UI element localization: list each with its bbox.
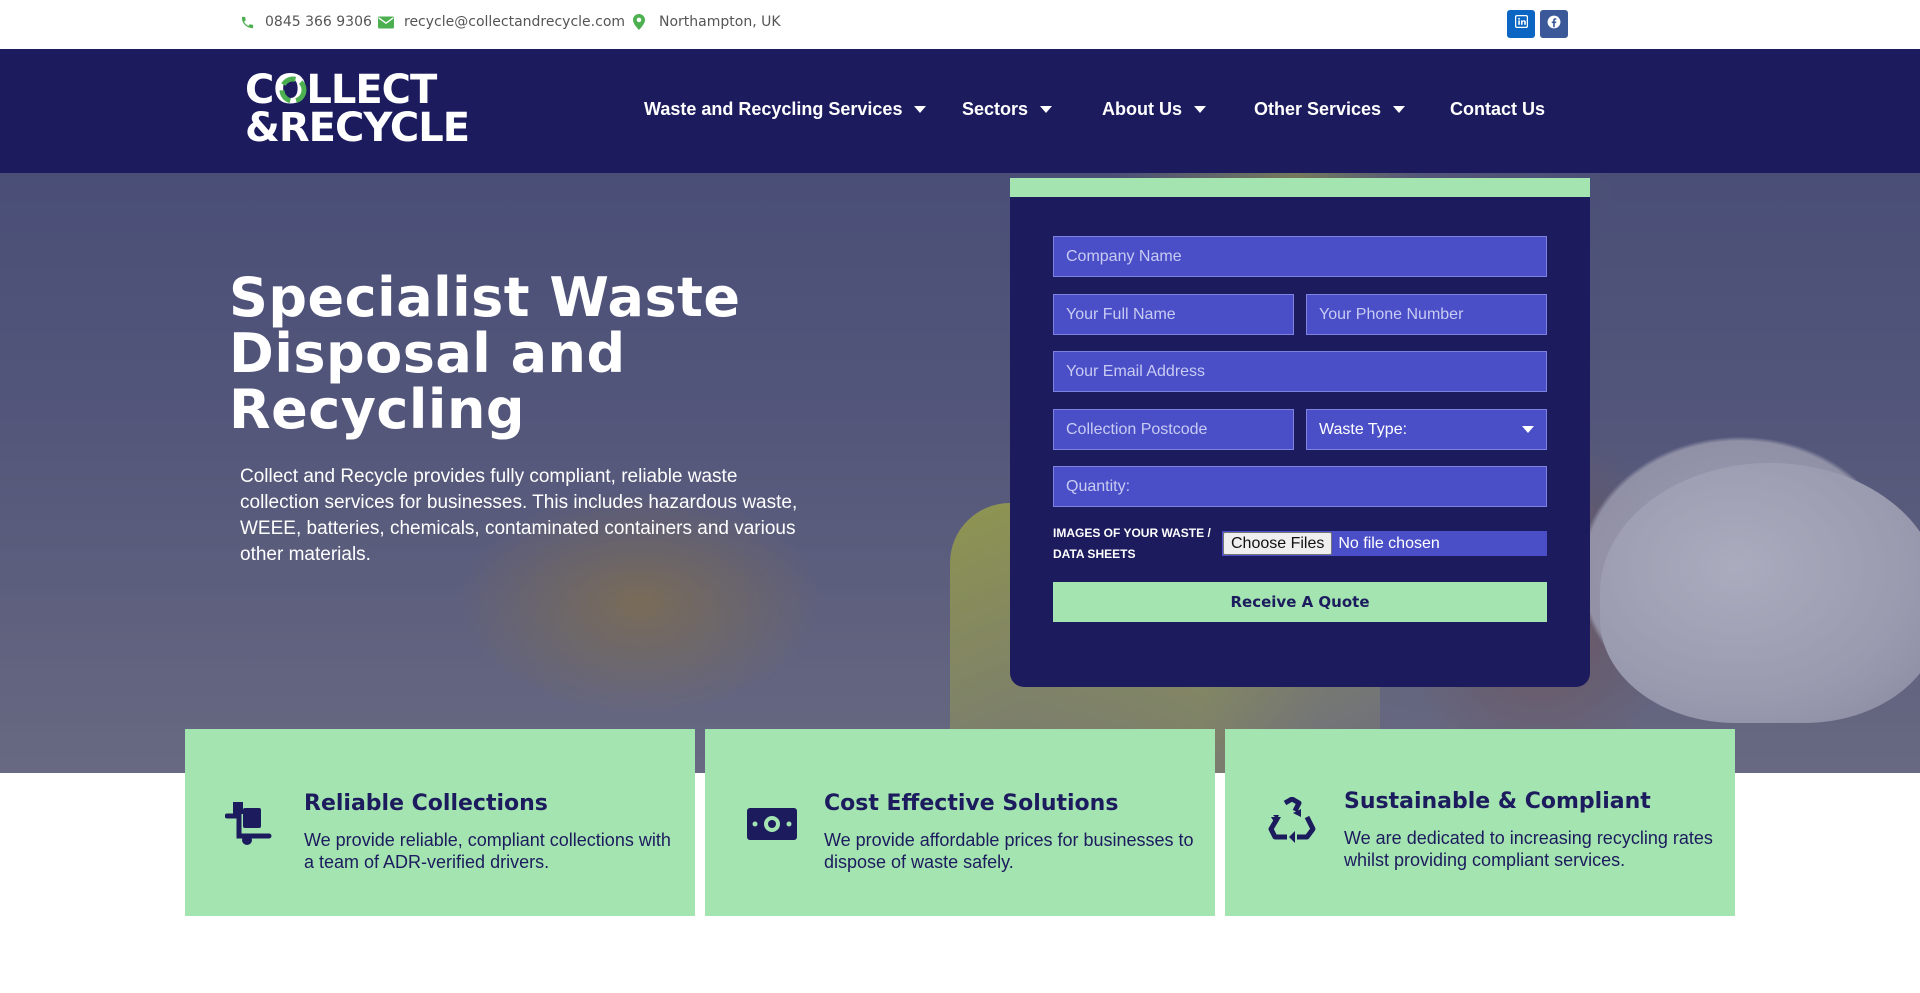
nav-contact-us[interactable]: Contact Us (1450, 99, 1545, 120)
waste-type-select[interactable]: Waste Type: (1306, 409, 1547, 450)
feature-title: Sustainable & Compliant (1344, 789, 1651, 814)
nav-label: About Us (1102, 99, 1182, 119)
recycle-icon (1263, 796, 1321, 846)
site-logo[interactable]: COLLECT &RECYCLE (245, 70, 475, 151)
nav-label: Other Services (1254, 99, 1382, 119)
logo-line-2: &RECYCLE (245, 105, 470, 151)
map-marker-icon (633, 14, 645, 30)
receive-quote-button[interactable]: Receive A Quote (1053, 582, 1547, 622)
phone-icon (240, 15, 255, 30)
collection-postcode-input[interactable]: Collection Postcode (1053, 409, 1294, 450)
feature-card-sustainable: Sustainable & Compliant We are dedicated… (1225, 729, 1735, 916)
waste-type-value: Waste Type: (1319, 420, 1408, 438)
form-accent-bar (1010, 178, 1590, 197)
location-text: Northampton, UK (659, 14, 781, 30)
phone-contact[interactable]: 0845 366 9306 (240, 14, 372, 30)
caret-down-icon (1194, 106, 1206, 113)
delivery-truck-icon (223, 799, 281, 849)
phone-number-input[interactable]: Your Phone Number (1306, 294, 1547, 335)
email-address: recycle@collectandrecycle.com (404, 14, 626, 30)
choose-files-button[interactable]: Choose Files (1223, 532, 1333, 555)
location-contact: Northampton, UK (633, 14, 781, 30)
file-status: No file chosen (1338, 534, 1440, 552)
feature-text: We provide affordable prices for busines… (824, 830, 1194, 872)
file-upload-field[interactable]: Choose Files No file chosen (1222, 531, 1547, 556)
email-address-input[interactable]: Your Email Address (1053, 351, 1547, 392)
full-name-input[interactable]: Your Full Name (1053, 294, 1294, 335)
main-header: COLLECT &RECYCLE Waste and Recycling Ser… (0, 49, 1920, 173)
feature-text: We provide reliable, compliant collectio… (304, 830, 671, 872)
facebook-button[interactable] (1540, 10, 1568, 38)
money-bill-icon (743, 799, 801, 849)
hero-title: Specialist Waste Disposal and Recycling (229, 266, 741, 441)
email-contact[interactable]: recycle@collectandrecycle.com (378, 14, 625, 30)
company-name-input[interactable]: Company Name (1053, 236, 1547, 277)
nav-sectors[interactable]: Sectors (962, 99, 1053, 120)
envelope-icon (378, 16, 394, 29)
caret-down-icon (1040, 106, 1053, 113)
nav-about-us[interactable]: About Us (1102, 99, 1206, 120)
nav-label: Sectors (962, 99, 1029, 119)
feature-card-cost: Cost Effective Solutions We provide affo… (705, 729, 1215, 916)
nav-label: Contact Us (1450, 99, 1546, 119)
feature-text: We are dedicated to increasing recycling… (1344, 828, 1713, 870)
phone-number: 0845 366 9306 (265, 14, 372, 30)
top-contact-bar: 0845 366 9306 recycle@collectandrecycle.… (0, 0, 1920, 49)
feature-card-reliable: Reliable Collections We provide reliable… (185, 729, 695, 916)
linkedin-button[interactable] (1507, 10, 1535, 38)
hero-description: Collect and Recycle provides fully compl… (240, 466, 798, 565)
facebook-icon (1547, 15, 1561, 34)
nav-other-services[interactable]: Other Services (1254, 99, 1406, 120)
feature-title: Cost Effective Solutions (824, 791, 1119, 816)
caret-down-icon (1393, 106, 1406, 113)
linkedin-icon (1514, 14, 1528, 33)
caret-down-icon (914, 106, 927, 113)
quote-form: Company Name Your Full Name Your Phone N… (1010, 178, 1590, 687)
nav-label: Waste and Recycling Services (644, 99, 903, 119)
feature-title: Reliable Collections (304, 791, 548, 816)
file-upload-label: IMAGES OF YOUR WASTE / DATA SHEETS (1053, 526, 1211, 561)
nav-waste-recycling-services[interactable]: Waste and Recycling Services (644, 99, 927, 120)
quantity-input[interactable]: Quantity: (1053, 466, 1547, 507)
chevron-down-icon (1522, 426, 1534, 433)
logo-recycle-icon (279, 76, 307, 104)
